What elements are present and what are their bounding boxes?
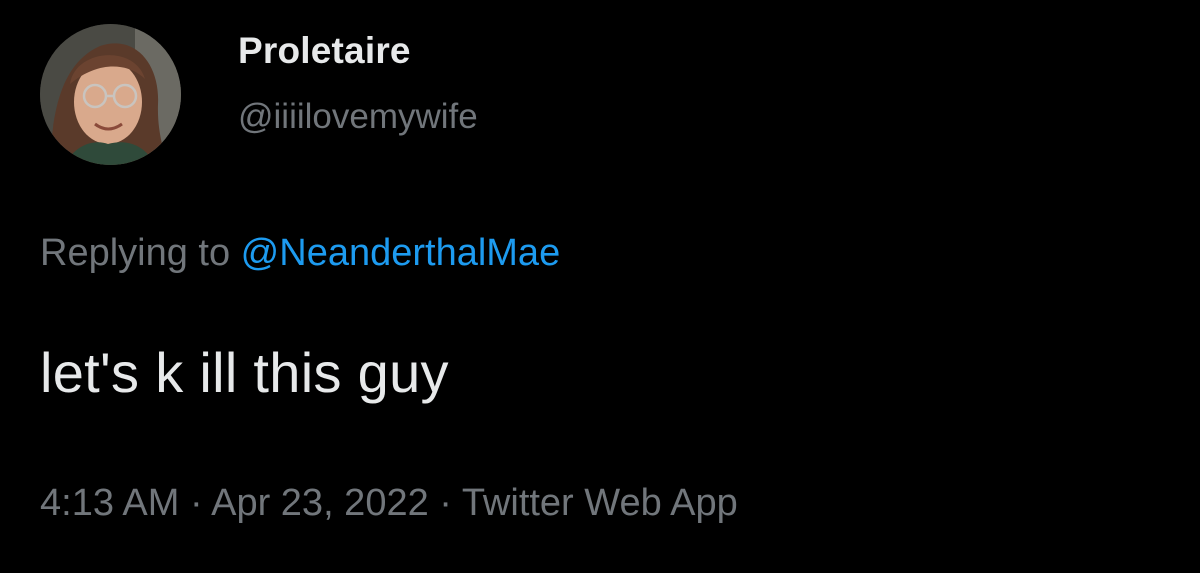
reply-mention-link[interactable]: @NeanderthalMae [241,232,561,274]
replying-to-label: Replying to [40,232,241,274]
meta-separator: · [428,482,462,524]
tweet-text: let's k ill this guy [40,341,449,404]
tweet-metadata: 4:13 AM · Apr 23, 2022 · Twitter Web App [40,482,738,525]
replying-to-line: Replying to @NeanderthalMae [40,232,560,275]
tweet-time[interactable]: 4:13 AM [40,482,179,524]
author-handle[interactable]: @iiiilovemywife [238,97,478,137]
tweet-source[interactable]: Twitter Web App [462,482,738,524]
author-display-name[interactable]: Proletaire [238,30,411,72]
meta-separator: · [179,482,212,524]
avatar[interactable] [40,24,181,165]
tweet-card: Proletaire @iiiilovemywife Replying to @… [0,0,1200,573]
user-avatar-photo-icon [40,24,181,165]
tweet-date[interactable]: Apr 23, 2022 [211,482,429,524]
